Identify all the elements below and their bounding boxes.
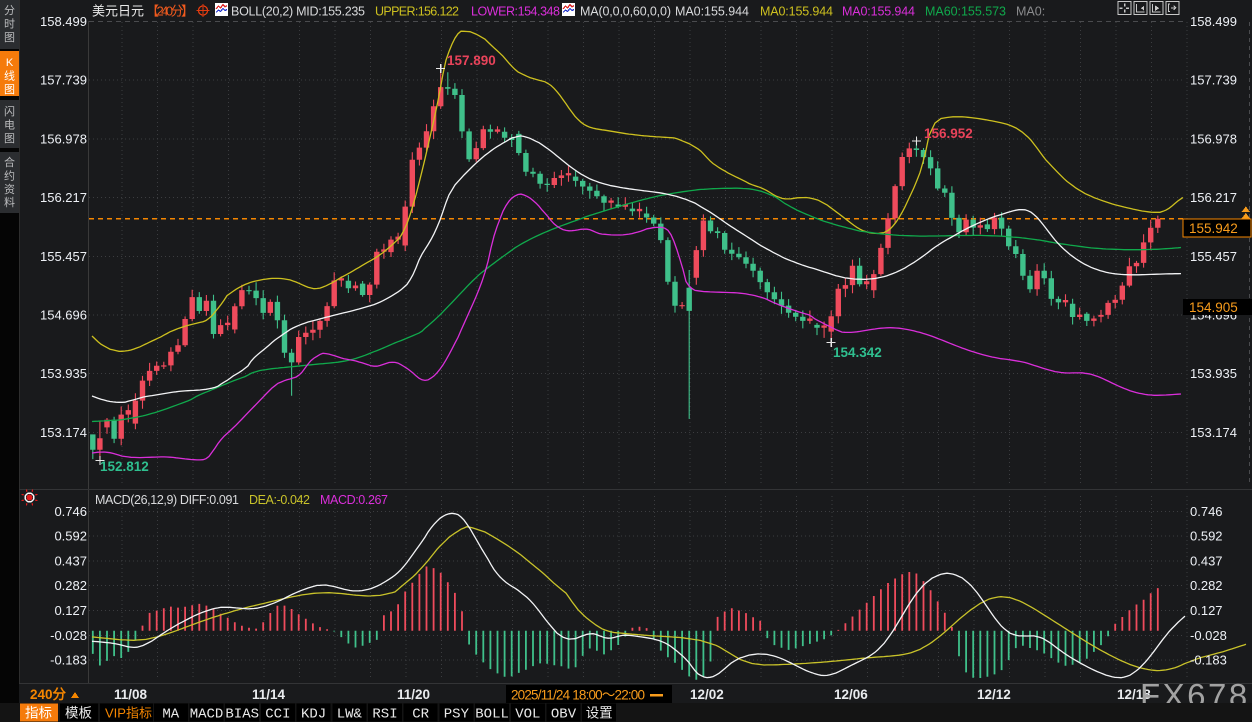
- svg-text:MA0:155.944: MA0:155.944: [842, 5, 915, 19]
- svg-text:图: 图: [4, 83, 15, 96]
- svg-text:154.696: 154.696: [40, 308, 87, 323]
- svg-text:157.739: 157.739: [1190, 73, 1237, 88]
- svg-text:155.457: 155.457: [40, 249, 87, 264]
- svg-text:0.437: 0.437: [1190, 553, 1223, 568]
- svg-text:指标: 指标: [25, 706, 52, 721]
- svg-text:-0.028: -0.028: [50, 628, 87, 643]
- svg-text:154.905: 154.905: [1189, 300, 1238, 315]
- svg-text:12/12: 12/12: [977, 687, 1011, 702]
- svg-text:MACD(26,12,9) DIFF:0.091: MACD(26,12,9) DIFF:0.091: [95, 493, 239, 507]
- svg-text:VOL: VOL: [515, 707, 540, 722]
- svg-text:PSY: PSY: [444, 707, 470, 722]
- svg-text:153.174: 153.174: [40, 425, 87, 440]
- svg-text:K: K: [6, 57, 14, 69]
- svg-text:LW&: LW&: [337, 707, 363, 722]
- svg-text:12/06: 12/06: [834, 687, 868, 702]
- svg-text:BOLL(20,2) MID:155.235: BOLL(20,2) MID:155.235: [231, 5, 365, 19]
- svg-text:158.499: 158.499: [1190, 14, 1237, 29]
- svg-text:电: 电: [4, 118, 15, 131]
- svg-text:-0.028: -0.028: [1190, 628, 1227, 643]
- svg-text:LOWER:154.348: LOWER:154.348: [471, 5, 560, 19]
- svg-text:CCI: CCI: [265, 707, 290, 722]
- svg-text:图: 图: [4, 31, 15, 44]
- svg-text:美元日元: 美元日元: [92, 4, 144, 19]
- svg-text:设置: 设置: [586, 706, 613, 721]
- svg-text:线: 线: [4, 68, 15, 82]
- svg-text:MA0:155.944: MA0:155.944: [760, 5, 833, 19]
- svg-text:DEA:-0.042: DEA:-0.042: [249, 493, 310, 507]
- svg-text:约: 约: [4, 169, 15, 182]
- svg-text:240分: 240分: [30, 687, 67, 702]
- svg-text:MACD: MACD: [190, 707, 224, 722]
- svg-text:155.457: 155.457: [1190, 249, 1237, 264]
- svg-text:0.592: 0.592: [54, 529, 87, 544]
- svg-text:BOLL: BOLL: [475, 707, 509, 722]
- svg-text:图: 图: [4, 132, 15, 145]
- svg-text:MA(0,0,0,60,0,0): MA(0,0,0,60,0,0): [580, 5, 671, 19]
- svg-text:-0.183: -0.183: [1190, 653, 1227, 668]
- svg-text:模板: 模板: [65, 706, 92, 721]
- svg-text:0.127: 0.127: [54, 603, 87, 618]
- svg-text:156.217: 156.217: [1190, 190, 1237, 205]
- svg-text:0.437: 0.437: [54, 553, 87, 568]
- svg-text:152.812: 152.812: [100, 459, 149, 474]
- svg-text:156.952: 156.952: [924, 126, 973, 141]
- svg-text:闪: 闪: [4, 104, 15, 118]
- svg-text:156.978: 156.978: [40, 131, 87, 146]
- svg-text:11/14: 11/14: [252, 687, 286, 702]
- svg-text:157.890: 157.890: [447, 53, 496, 68]
- svg-text:153.174: 153.174: [1190, 425, 1237, 440]
- svg-text:0.746: 0.746: [54, 504, 87, 519]
- svg-text:MA0:: MA0:: [1016, 5, 1045, 19]
- svg-text:158.499: 158.499: [40, 14, 87, 29]
- svg-text:【240分】: 【240分】: [146, 4, 194, 19]
- svg-text:0.127: 0.127: [1190, 603, 1223, 618]
- svg-text:157.739: 157.739: [40, 73, 87, 88]
- svg-text:MACD:0.267: MACD:0.267: [320, 493, 388, 507]
- svg-text:料: 料: [4, 195, 15, 209]
- svg-text:KDJ: KDJ: [301, 707, 326, 722]
- svg-text:0.592: 0.592: [1190, 529, 1223, 544]
- svg-text:资: 资: [4, 183, 15, 196]
- svg-text:时: 时: [4, 17, 15, 30]
- svg-text:12/02: 12/02: [690, 687, 724, 702]
- svg-text:153.935: 153.935: [1190, 366, 1237, 381]
- svg-text:11/20: 11/20: [397, 687, 430, 702]
- svg-text:RSI: RSI: [372, 707, 397, 722]
- svg-text:CR: CR: [412, 707, 429, 722]
- svg-text:MA: MA: [162, 707, 179, 722]
- svg-text:VIP指标: VIP指标: [105, 706, 152, 721]
- svg-text:153.935: 153.935: [40, 366, 87, 381]
- svg-text:11/08: 11/08: [114, 687, 148, 702]
- svg-text:156.978: 156.978: [1190, 131, 1237, 146]
- svg-text:0.746: 0.746: [1190, 504, 1223, 519]
- svg-text:MA0:155.944: MA0:155.944: [675, 5, 749, 19]
- svg-text:2025/11/24 18:00～22:00: 2025/11/24 18:00～22:00: [511, 688, 645, 703]
- svg-text:分: 分: [4, 4, 15, 17]
- svg-text:合: 合: [4, 155, 15, 169]
- svg-text:MA60:155.573: MA60:155.573: [925, 5, 1006, 19]
- svg-text:154.342: 154.342: [833, 345, 882, 360]
- svg-text:155.942: 155.942: [1189, 221, 1238, 236]
- svg-text:-0.183: -0.183: [50, 653, 87, 668]
- svg-text:0.282: 0.282: [1190, 578, 1223, 593]
- svg-text:BIAS: BIAS: [225, 707, 259, 722]
- svg-text:156.217: 156.217: [40, 190, 87, 205]
- svg-text:OBV: OBV: [551, 707, 577, 722]
- svg-text:0.282: 0.282: [54, 578, 87, 593]
- svg-text:UPPER:156.122: UPPER:156.122: [375, 5, 459, 19]
